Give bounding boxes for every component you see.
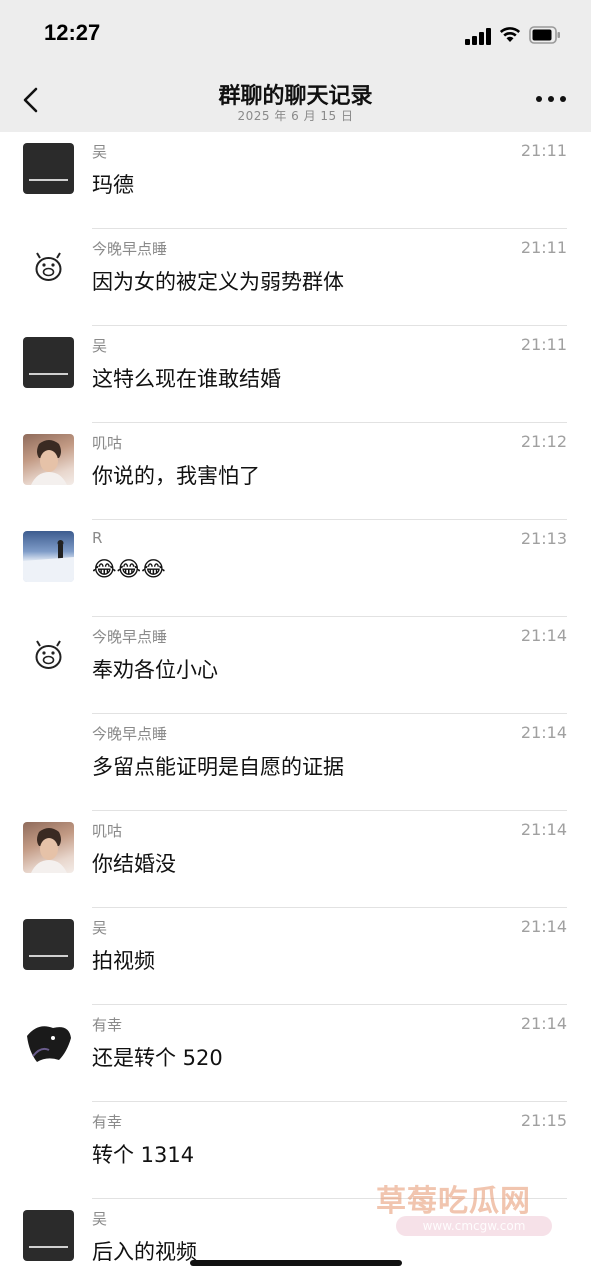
avatar[interactable]: [23, 337, 74, 388]
message-text: 多留点能证明是自愿的证据: [92, 755, 344, 779]
avatar[interactable]: [23, 531, 74, 582]
avatar[interactable]: [23, 143, 74, 194]
page-subtitle-date: 2025 年 6 月 15 日: [237, 109, 354, 123]
chat-message[interactable]: 今晚早点睡 21:14 奉劝各位小心: [0, 617, 591, 714]
sender-name: 今晚早点睡: [92, 240, 168, 258]
sender-name: 叽咕: [92, 822, 123, 840]
sender-name: 吴: [92, 1210, 108, 1228]
navigation-bar: 群聊的聊天记录 2025 年 6 月 15 日: [0, 70, 591, 132]
watermark-url: www.cmcgw.com: [396, 1216, 552, 1236]
message-time: 21:14: [520, 723, 567, 742]
message-time: 21:11: [520, 141, 567, 160]
message-text: 因为女的被定义为弱势群体: [92, 270, 344, 294]
message-text: 这特么现在谁敢结婚: [92, 367, 281, 391]
more-options-icon[interactable]: [536, 96, 566, 104]
message-text: 奉劝各位小心: [92, 658, 218, 682]
message-time: 21:13: [520, 529, 567, 548]
message-text: 拍视频: [92, 949, 155, 973]
status-bar: 12:27: [0, 0, 591, 70]
status-time: 12:27: [44, 20, 101, 45]
message-time: 21:12: [520, 432, 567, 451]
message-text: 你结婚没: [92, 852, 176, 876]
chat-message[interactable]: 吴 21:14 拍视频: [0, 908, 591, 1005]
avatar[interactable]: [23, 434, 74, 485]
wifi-icon: [499, 27, 521, 42]
chat-message[interactable]: 有幸 21:14 还是转个 520: [0, 1005, 591, 1102]
chat-message[interactable]: 今晚早点睡 21:11 因为女的被定义为弱势群体: [0, 229, 591, 326]
avatar[interactable]: [23, 240, 74, 291]
message-time: 21:15: [520, 1111, 567, 1130]
message-text: 转个 1314: [92, 1143, 195, 1167]
message-text: 后入的视频: [92, 1240, 197, 1264]
message-time: 21:11: [520, 335, 567, 354]
message-text: 😂😂😂: [92, 557, 166, 581]
avatar[interactable]: [23, 919, 74, 970]
sender-name: 吴: [92, 337, 108, 355]
message-time: 21:14: [520, 626, 567, 645]
cellular-signal-icon: [465, 27, 493, 45]
message-time: 21:14: [520, 917, 567, 936]
sender-name: 叽咕: [92, 434, 123, 452]
chat-message[interactable]: 叽咕 21:14 你结婚没: [0, 811, 591, 908]
watermark-text: 草莓吃瓜网: [376, 1184, 531, 1219]
sender-name: R: [92, 529, 103, 547]
avatar[interactable]: [23, 1016, 74, 1067]
message-text: 还是转个 520: [92, 1046, 223, 1070]
avatar[interactable]: [23, 628, 74, 679]
sender-name: 有幸: [92, 1016, 123, 1034]
message-text: 你说的，我害怕了: [92, 464, 260, 488]
avatar[interactable]: [23, 822, 74, 873]
sender-name: 今晚早点睡: [92, 628, 168, 646]
home-indicator: [190, 1260, 402, 1266]
chat-message[interactable]: R 21:13 😂😂😂: [0, 520, 591, 617]
avatar[interactable]: [23, 1210, 74, 1261]
sender-name: 吴: [92, 143, 108, 161]
chat-message[interactable]: 今晚早点睡 21:14 多留点能证明是自愿的证据: [0, 714, 591, 811]
sender-name: 有幸: [92, 1113, 123, 1131]
message-time: 21:14: [520, 820, 567, 839]
chat-message[interactable]: 叽咕 21:12 你说的，我害怕了: [0, 423, 591, 520]
message-time: 21:14: [520, 1014, 567, 1033]
battery-icon: [529, 26, 560, 44]
page-title: 群聊的聊天记录: [218, 84, 373, 109]
chat-message[interactable]: 吴 21:11 这特么现在谁敢结婚: [0, 326, 591, 423]
message-text: 玛德: [92, 173, 134, 197]
chat-message[interactable]: 吴 21:11 玛德: [0, 132, 591, 229]
sender-name: 今晚早点睡: [92, 725, 168, 743]
message-time: 21:11: [520, 238, 567, 257]
sender-name: 吴: [92, 919, 108, 937]
